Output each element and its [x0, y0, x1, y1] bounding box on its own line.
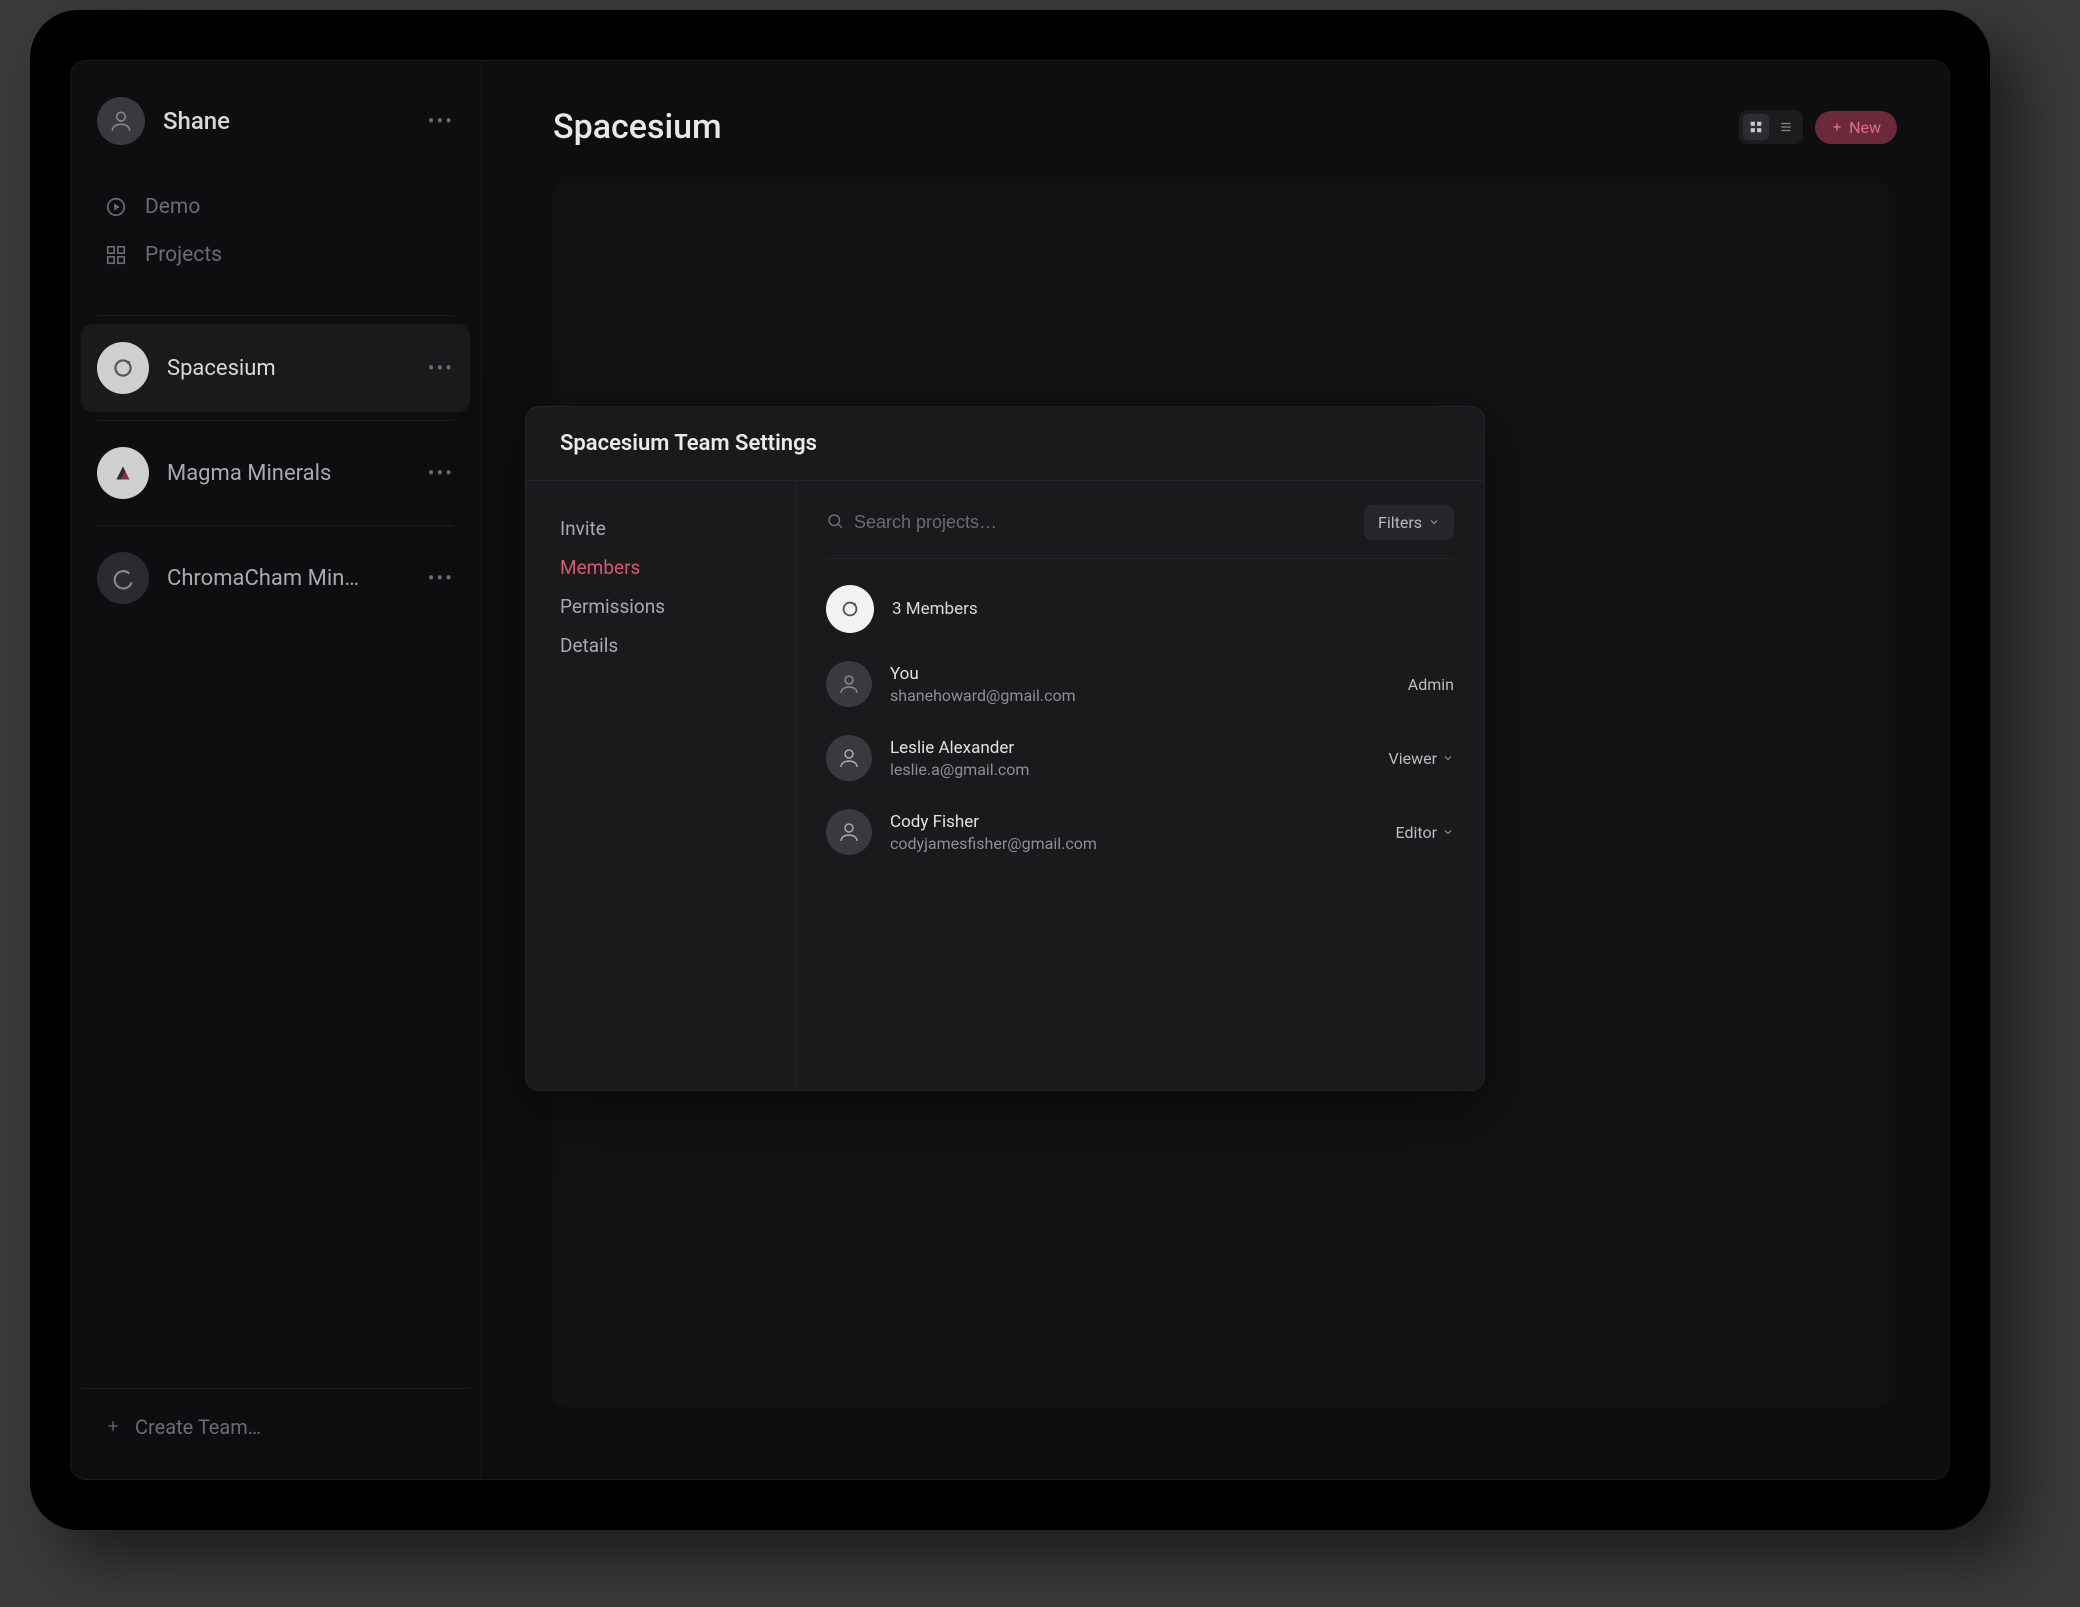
search-wrap: [826, 512, 1350, 534]
member-row: Leslie Alexander leslie.a@gmail.com View…: [826, 721, 1454, 795]
role-label: Viewer: [1389, 749, 1438, 768]
member-email: leslie.a@gmail.com: [890, 760, 1371, 779]
divider: [97, 315, 454, 316]
sidebar: Shane ••• Demo: [71, 61, 481, 1479]
member-email: shanehoward@gmail.com: [890, 686, 1390, 705]
device-frame: Shane ••• Demo: [30, 10, 1990, 1530]
team-label: ChromaCham Min…: [167, 566, 410, 591]
app-shell: Shane ••• Demo: [70, 60, 1950, 1480]
plus-icon: [1831, 118, 1843, 137]
new-button-label: New: [1849, 118, 1881, 137]
team-row-spacesium[interactable]: Spacesium •••: [81, 324, 470, 412]
nav-list: Demo Projects: [81, 183, 470, 307]
nav-label: Demo: [145, 195, 200, 219]
modal-title: Spacesium Team Settings: [526, 407, 1484, 481]
modal-content: Filters 3 Members: [796, 481, 1484, 1090]
more-icon[interactable]: •••: [428, 356, 454, 380]
member-role: Admin: [1408, 675, 1454, 694]
member-role-dropdown[interactable]: Editor: [1396, 823, 1454, 842]
team-label: Magma Minerals: [167, 461, 410, 486]
modal-nav: Invite Members Permissions Details: [526, 481, 796, 1090]
search-icon: [826, 512, 844, 534]
team-row-magma[interactable]: Magma Minerals •••: [81, 429, 470, 517]
chevron-down-icon: [1428, 513, 1440, 532]
member-info: Leslie Alexander leslie.a@gmail.com: [890, 738, 1371, 779]
divider: [97, 525, 454, 526]
team-label: Spacesium: [167, 356, 410, 381]
member-avatar: [826, 661, 872, 707]
team-avatar: [97, 342, 149, 394]
member-email: codyjamesfisher@gmail.com: [890, 834, 1378, 853]
view-switch: [1739, 110, 1803, 144]
modal-nav-permissions[interactable]: Permissions: [560, 587, 761, 626]
create-team-label: Create Team…: [135, 1415, 261, 1439]
sidebar-footer: Create Team…: [81, 1388, 470, 1469]
filters-label: Filters: [1378, 513, 1422, 532]
plus-icon: [105, 1415, 121, 1439]
main: Spacesium New: [481, 61, 1949, 1479]
user-row[interactable]: Shane •••: [81, 85, 470, 157]
divider: [97, 420, 454, 421]
modal-body: Invite Members Permissions Details: [526, 481, 1484, 1090]
nav-item-projects[interactable]: Projects: [85, 231, 466, 279]
member-avatar: [826, 809, 872, 855]
member-summary: 3 Members: [826, 559, 1454, 647]
team-settings-modal: Spacesium Team Settings Invite Members P…: [525, 406, 1485, 1091]
member-info: You shanehoward@gmail.com: [890, 664, 1390, 705]
member-row: You shanehoward@gmail.com Admin: [826, 647, 1454, 721]
chevron-down-icon: [1442, 749, 1454, 768]
team-list: Spacesium ••• Magma Minerals •••: [81, 324, 470, 1376]
page-title: Spacesium: [553, 107, 722, 147]
search-input[interactable]: [854, 512, 1350, 533]
user-name: Shane: [163, 107, 410, 135]
member-role-dropdown[interactable]: Viewer: [1389, 749, 1455, 768]
user-avatar: [97, 97, 145, 145]
modal-nav-details[interactable]: Details: [560, 626, 761, 665]
member-name: Cody Fisher: [890, 812, 1378, 832]
team-row-chroma[interactable]: ChromaCham Min… •••: [81, 534, 470, 622]
new-button[interactable]: New: [1815, 111, 1897, 144]
create-team-button[interactable]: Create Team…: [89, 1401, 462, 1453]
role-label: Admin: [1408, 675, 1454, 694]
member-row: Cody Fisher codyjamesfisher@gmail.com Ed…: [826, 795, 1454, 869]
member-count: 3 Members: [892, 599, 978, 619]
modal-nav-members[interactable]: Members: [560, 548, 761, 587]
grid-icon: [105, 244, 127, 266]
member-avatar: [826, 735, 872, 781]
modal-nav-invite[interactable]: Invite: [560, 509, 761, 548]
nav-item-demo[interactable]: Demo: [85, 183, 466, 231]
main-header: Spacesium New: [481, 61, 1949, 167]
more-icon[interactable]: •••: [428, 566, 454, 590]
more-icon[interactable]: •••: [428, 109, 454, 133]
team-avatar: [826, 585, 874, 633]
nav-label: Projects: [145, 243, 222, 267]
play-circle-icon: [105, 196, 127, 218]
search-row: Filters: [826, 505, 1454, 559]
team-avatar: [97, 447, 149, 499]
chevron-down-icon: [1442, 823, 1454, 842]
member-name: You: [890, 664, 1390, 684]
team-avatar: [97, 552, 149, 604]
more-icon[interactable]: •••: [428, 461, 454, 485]
grid-view-button[interactable]: [1743, 114, 1769, 140]
filters-button[interactable]: Filters: [1364, 505, 1454, 540]
role-label: Editor: [1396, 823, 1437, 842]
member-name: Leslie Alexander: [890, 738, 1371, 758]
list-view-button[interactable]: [1773, 114, 1799, 140]
header-actions: New: [1739, 110, 1897, 144]
member-info: Cody Fisher codyjamesfisher@gmail.com: [890, 812, 1378, 853]
